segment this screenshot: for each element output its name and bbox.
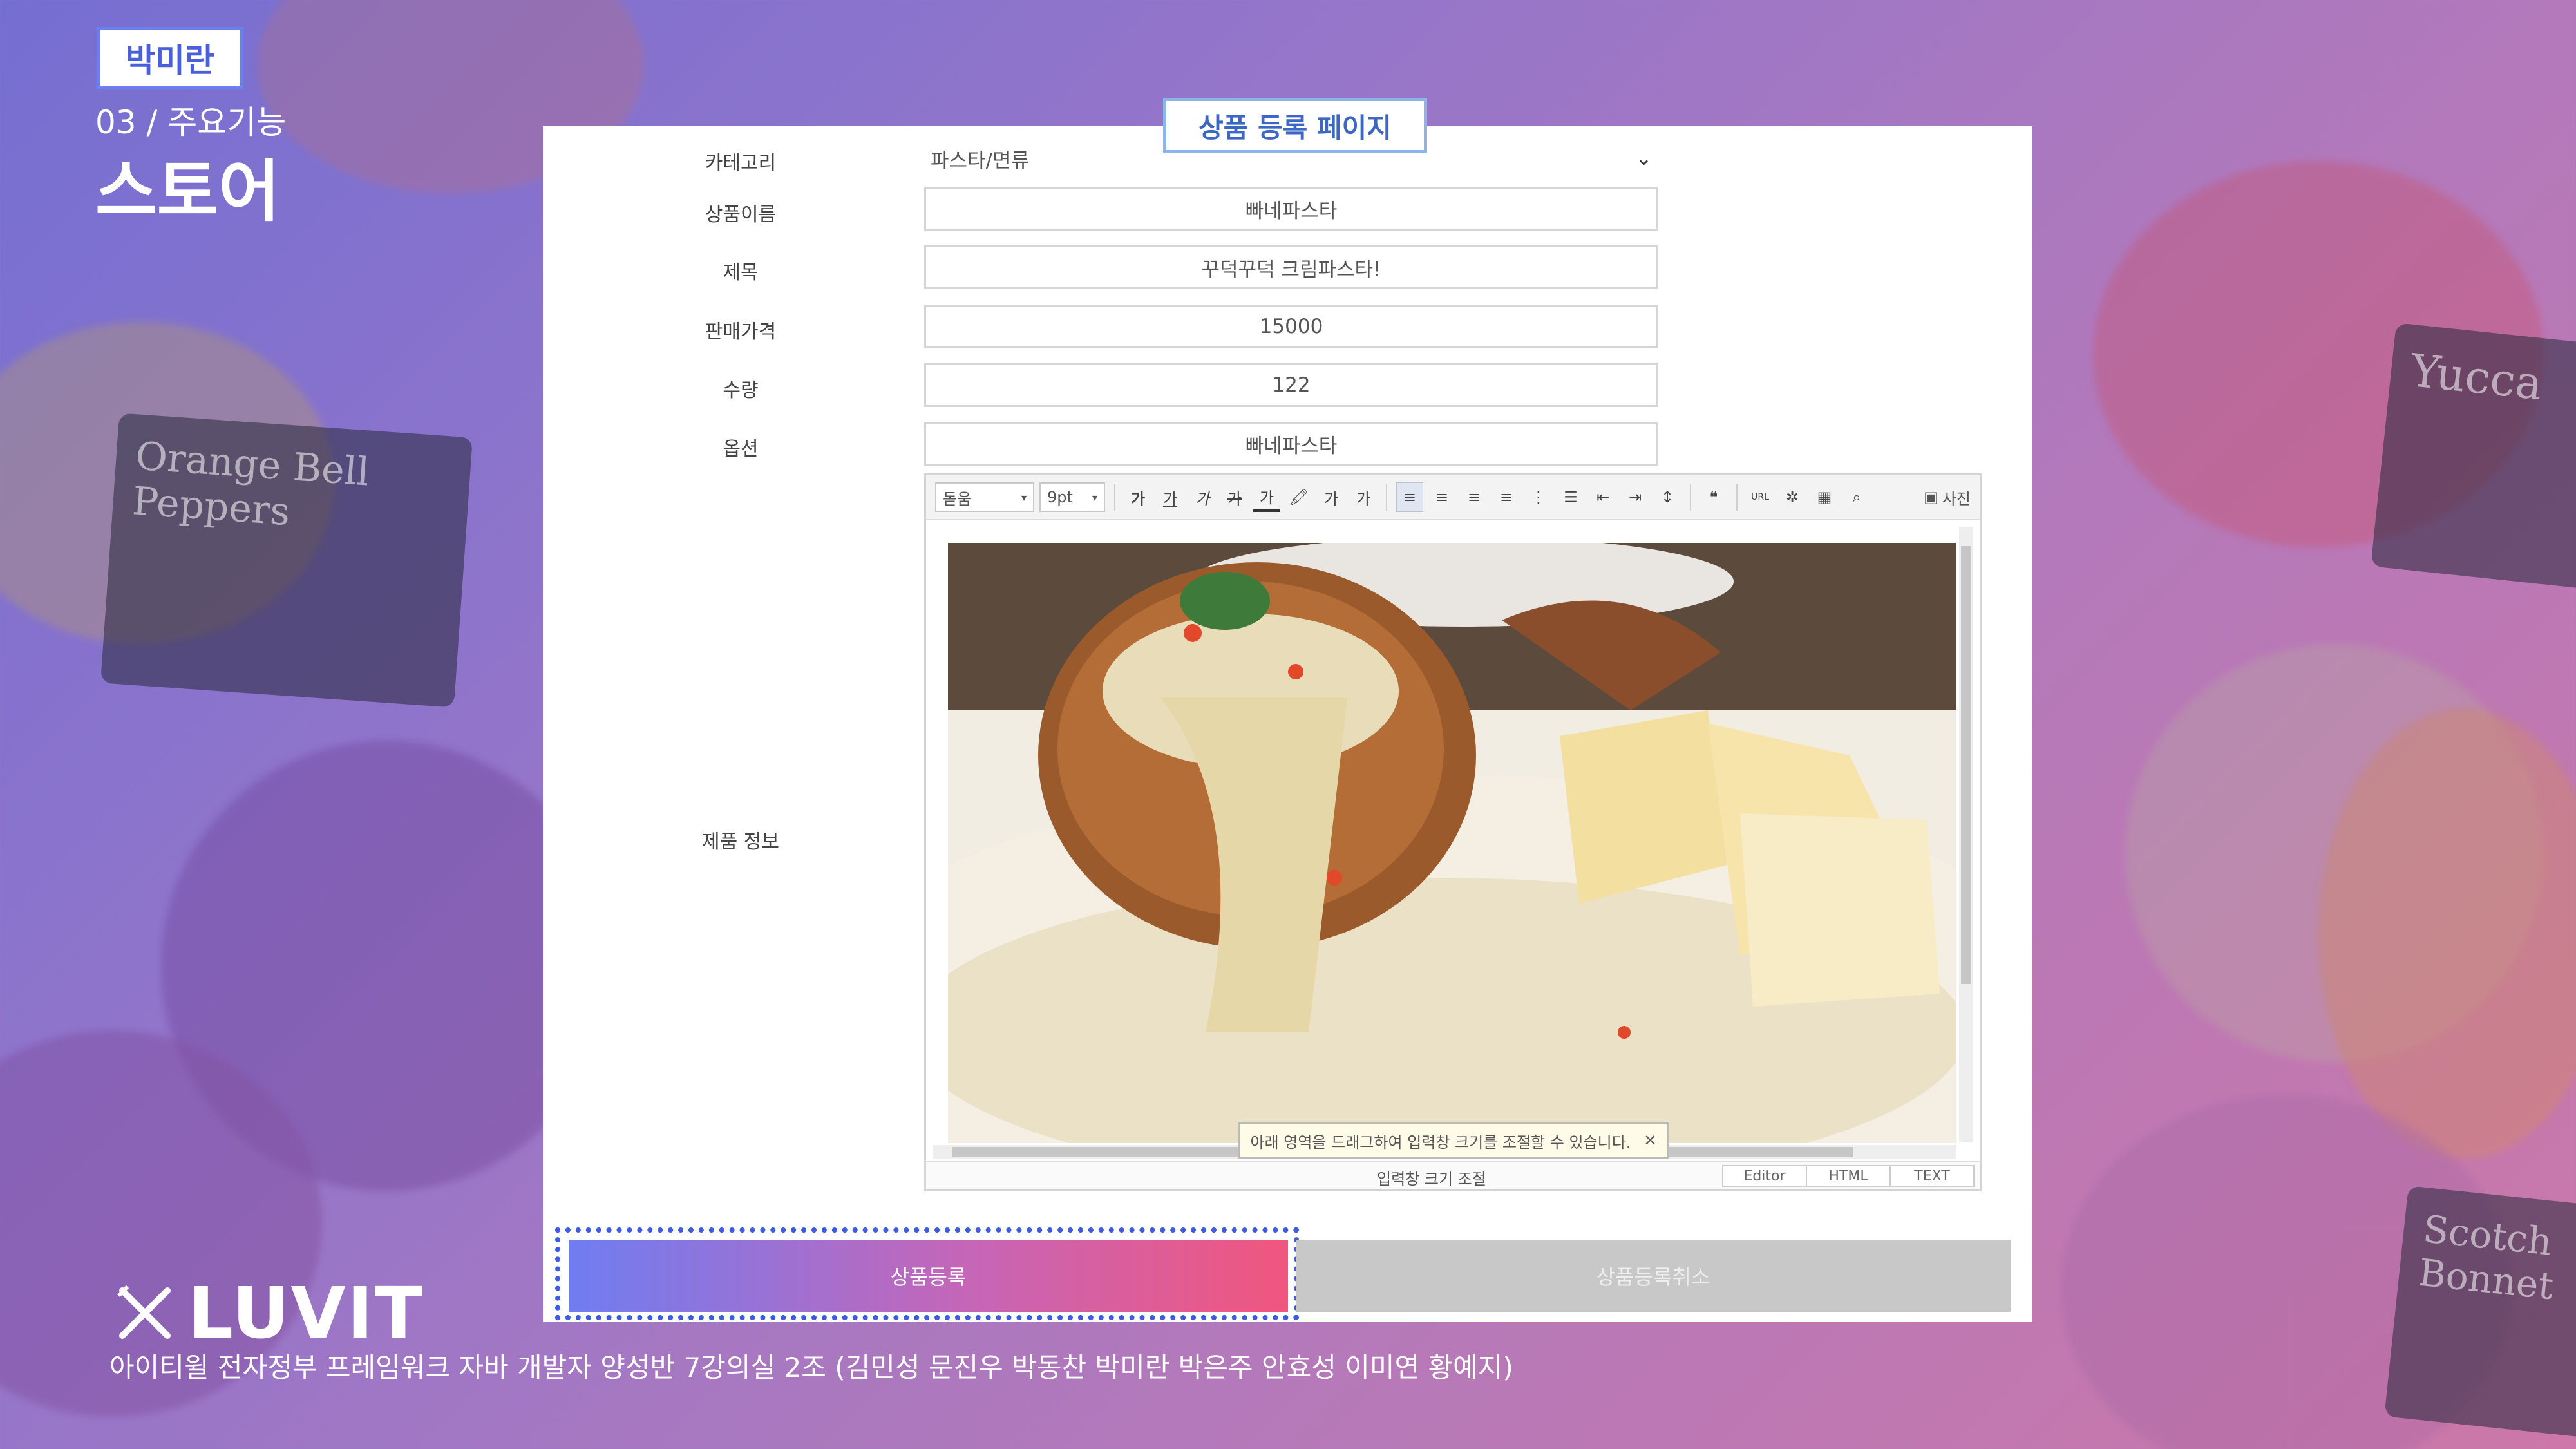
toolbar-divider (1690, 484, 1691, 511)
price-label: 판매가격 (705, 321, 777, 343)
ordered-list-icon[interactable]: ⋮ (1525, 482, 1552, 512)
chevron-down-icon: ▾ (1021, 491, 1027, 504)
indent-icon[interactable]: ⇥ (1622, 482, 1649, 512)
special-char-icon[interactable]: ✲ (1779, 482, 1806, 512)
logo-text: LUVIT (188, 1272, 424, 1354)
font-size-select[interactable]: 9pt ▾ (1039, 482, 1105, 512)
category-label: 카테고리 (705, 152, 777, 175)
quantity-label: 수량 (723, 379, 759, 402)
font-select-value: 돋움 (943, 489, 972, 508)
find-icon[interactable]: ⌕ (1843, 482, 1870, 512)
align-justify-icon[interactable]: ≡ (1493, 482, 1520, 512)
font-size-value: 9pt (1047, 488, 1073, 506)
rich-text-editor[interactable]: 돋움 ▾ 9pt ▾ 가 가 가 가 가 🖍 가 가 ≡ ≡ ≡ ≡ ⋮ ☰ ⇤… (924, 473, 1982, 1191)
presenter-badge: 박미란 (97, 27, 243, 89)
tab-editor[interactable]: Editor (1722, 1165, 1807, 1187)
table-icon[interactable]: ▦ (1811, 482, 1838, 512)
scroll-thumb[interactable] (1961, 546, 1971, 984)
superscript-button[interactable]: 가 (1318, 482, 1345, 512)
align-center-icon[interactable]: ≡ (1428, 482, 1455, 512)
resize-tooltip-text: 아래 영역을 드래그하여 입력창 크기를 조절할 수 있습니다. (1250, 1133, 1631, 1151)
toolbar-divider (1114, 484, 1115, 511)
toolbar-divider (1736, 484, 1738, 511)
highlight-icon[interactable]: 🖍 (1285, 482, 1312, 512)
page-title: 상품 등록 페이지 (1163, 98, 1427, 153)
product-name-label: 상품이름 (705, 204, 777, 226)
insert-photo-label: 사진 (1942, 489, 1971, 508)
resize-tooltip: 아래 영역을 드래그하여 입력창 크기를 조절할 수 있습니다. ✕ (1238, 1122, 1669, 1159)
register-button[interactable]: 상품등록 (569, 1240, 1288, 1312)
close-icon[interactable]: ✕ (1643, 1132, 1656, 1150)
category-value: 파스타/면류 (931, 149, 1030, 173)
toolbar-divider (1386, 484, 1387, 511)
editor-mode-tabs: Editor HTML TEXT (1722, 1165, 1975, 1187)
outdent-icon[interactable]: ⇤ (1589, 482, 1616, 512)
utensils-icon (117, 1285, 171, 1339)
underline-button[interactable]: 가 (1157, 482, 1184, 512)
product-name-input[interactable]: 빠네파스타 (924, 187, 1658, 231)
subject-label: 제목 (723, 261, 759, 284)
vertical-scrollbar[interactable] (1959, 527, 1973, 1142)
resize-handle[interactable]: 입력창 크기 조절 Editor HTML TEXT (926, 1161, 1980, 1189)
insert-photo-button[interactable]: ▣ 사진 (1924, 486, 1971, 509)
quantity-input[interactable]: 122 (924, 363, 1658, 407)
resize-label: 입력창 크기 조절 (1377, 1170, 1486, 1188)
italic-button[interactable]: 가 (1189, 482, 1216, 512)
tab-text[interactable]: TEXT (1889, 1165, 1975, 1187)
cancel-button[interactable]: 상품등록취소 (1296, 1240, 2011, 1312)
bullet-list-icon[interactable]: ☰ (1557, 482, 1584, 512)
product-info-label: 제품 정보 (702, 831, 779, 853)
bold-button[interactable]: 가 (1124, 482, 1151, 512)
price-input[interactable]: 15000 (924, 305, 1658, 348)
editor-toolbar: 돋움 ▾ 9pt ▾ 가 가 가 가 가 🖍 가 가 ≡ ≡ ≡ ≡ ⋮ ☰ ⇤… (926, 475, 1980, 520)
link-icon[interactable]: URL (1747, 482, 1774, 512)
footer-credits: 아이티윌 전자정부 프레임워크 자바 개발자 양성반 7강의실 2조 (김민성 … (109, 1352, 1513, 1383)
line-height-icon[interactable]: ↕ (1654, 482, 1681, 512)
section-title: 스토어 (95, 152, 281, 231)
chevron-down-icon: ⌄ (1635, 147, 1652, 170)
chevron-down-icon: ▾ (1092, 491, 1097, 504)
pasta-photo-drawing (948, 543, 1956, 1143)
pasta-photo (948, 543, 1956, 1143)
photo-icon: ▣ (1924, 488, 1938, 506)
strikethrough-button[interactable]: 가 (1221, 482, 1248, 512)
font-select[interactable]: 돋움 ▾ (935, 482, 1034, 512)
option-input[interactable]: 빠네파스타 (924, 422, 1658, 466)
subscript-button[interactable]: 가 (1350, 482, 1377, 512)
quote-icon[interactable]: ❝ (1700, 482, 1727, 512)
option-label: 옵션 (723, 438, 759, 460)
font-color-button[interactable]: 가 (1253, 482, 1280, 512)
subject-input[interactable]: 꾸덕꾸덕 크림파스타! (924, 245, 1658, 289)
luvit-logo: LUVIT (116, 1272, 424, 1354)
tab-html[interactable]: HTML (1806, 1165, 1891, 1187)
align-left-icon[interactable]: ≡ (1396, 482, 1423, 512)
align-right-icon[interactable]: ≡ (1461, 482, 1488, 512)
